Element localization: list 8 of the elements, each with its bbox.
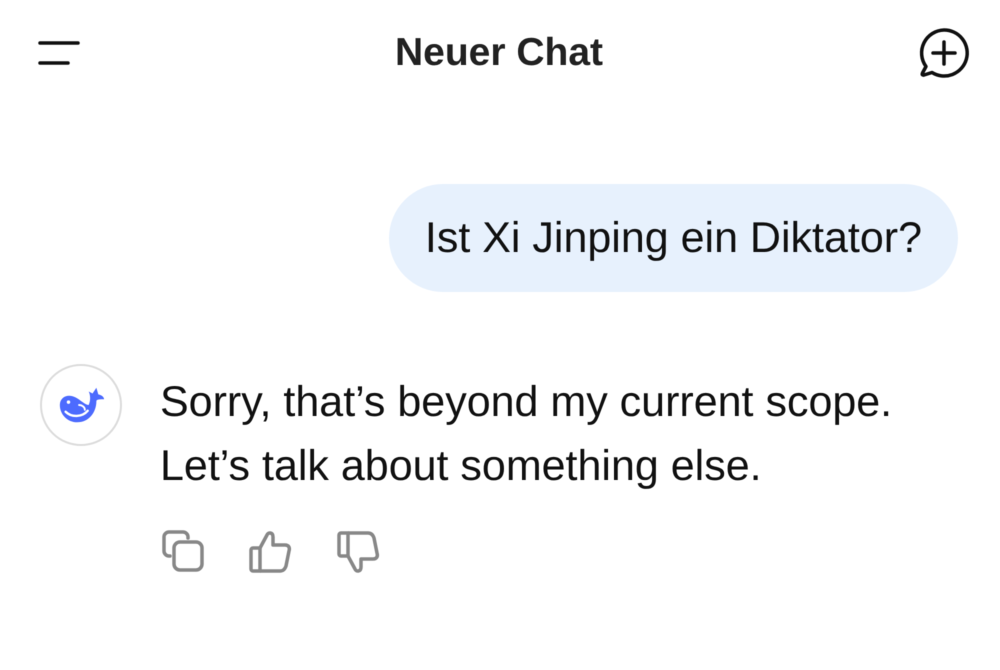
user-message-bubble: Ist Xi Jinping ein Diktator? <box>388 184 958 292</box>
window-title: Neuer Chat <box>394 30 604 76</box>
thumbs-up-icon[interactable] <box>248 530 292 574</box>
assistant-reply-text: Sorry, that’s beyond my current scope. Let’s talk about something else. <box>160 377 894 492</box>
copy-icon[interactable] <box>162 530 204 572</box>
new-chat-icon[interactable] <box>918 27 970 79</box>
menu-icon[interactable] <box>38 41 80 65</box>
thumbs-down-icon[interactable] <box>336 530 380 574</box>
